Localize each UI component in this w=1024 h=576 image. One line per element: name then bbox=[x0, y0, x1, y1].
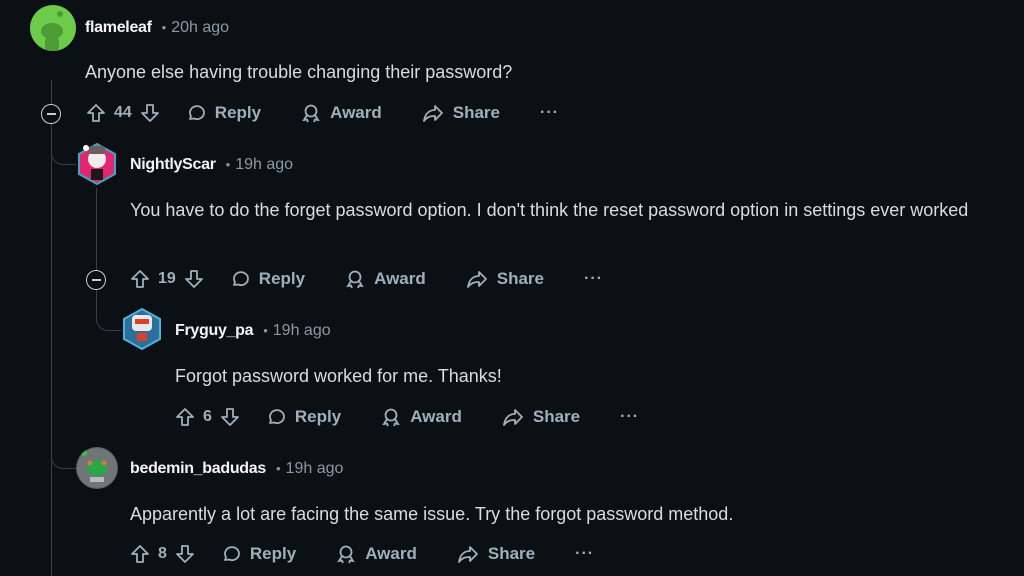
share-icon bbox=[466, 271, 487, 288]
award-button[interactable]: Award bbox=[345, 269, 426, 289]
collapse-button[interactable] bbox=[86, 270, 106, 290]
thread-connector bbox=[51, 430, 76, 469]
timestamp[interactable]: 20h ago bbox=[171, 19, 229, 37]
upvote-icon bbox=[131, 270, 149, 288]
share-icon bbox=[502, 409, 523, 426]
thread-connector bbox=[96, 290, 121, 331]
reply-button[interactable]: Reply bbox=[186, 103, 261, 123]
upvote-icon bbox=[131, 545, 149, 563]
timestamp[interactable]: 19h ago bbox=[235, 156, 293, 174]
comment-body: Forgot password worked for me. Thanks! bbox=[175, 366, 502, 386]
avatar[interactable] bbox=[121, 307, 163, 351]
reply-button[interactable]: Reply bbox=[221, 544, 296, 564]
snoo-avatar-icon bbox=[78, 142, 116, 186]
award-label: Award bbox=[410, 407, 462, 426]
comment-body: Anyone else having trouble changing thei… bbox=[85, 62, 513, 82]
snoo-avatar-icon bbox=[77, 448, 117, 488]
avatar[interactable] bbox=[76, 142, 118, 186]
reply-label: Reply bbox=[249, 544, 297, 563]
more-options-button[interactable]: ··· bbox=[540, 104, 559, 122]
comment-body: You have to do the forget password optio… bbox=[130, 200, 969, 220]
share-label: Share bbox=[487, 544, 536, 563]
reply-label: Reply bbox=[214, 103, 262, 122]
username[interactable]: Fryguy_pa bbox=[175, 322, 254, 340]
share-button[interactable]: Share bbox=[466, 269, 544, 289]
award-label: Award bbox=[374, 269, 426, 288]
more-options-button[interactable]: ··· bbox=[575, 545, 594, 563]
downvote-button[interactable] bbox=[184, 269, 204, 289]
upvote-button[interactable] bbox=[175, 407, 195, 427]
timestamp[interactable]: 19h ago bbox=[286, 460, 344, 478]
snoo-icon bbox=[41, 11, 63, 51]
timestamp[interactable]: 19h ago bbox=[273, 322, 331, 340]
award-icon bbox=[302, 104, 320, 123]
upvote-button[interactable] bbox=[130, 544, 150, 564]
award-label: Award bbox=[365, 544, 417, 563]
downvote-button[interactable] bbox=[175, 544, 195, 564]
award-button[interactable]: Award bbox=[336, 544, 417, 564]
separator: • bbox=[161, 20, 167, 35]
upvote-button[interactable] bbox=[86, 103, 106, 123]
share-label: Share bbox=[452, 103, 500, 122]
share-icon bbox=[457, 546, 478, 563]
vote-count: 19 bbox=[158, 270, 176, 287]
separator: • bbox=[263, 323, 268, 338]
reply-label: Reply bbox=[258, 269, 306, 288]
downvote-button[interactable] bbox=[140, 103, 160, 123]
username[interactable]: flameleaf bbox=[85, 19, 152, 37]
username[interactable]: NightlyScar bbox=[130, 156, 216, 174]
award-icon bbox=[382, 408, 400, 427]
share-icon bbox=[422, 105, 443, 122]
downvote-icon bbox=[184, 270, 203, 288]
more-options-button[interactable]: ··· bbox=[584, 270, 603, 288]
share-button[interactable]: Share bbox=[457, 544, 535, 564]
avatar[interactable] bbox=[76, 447, 118, 489]
reply-icon bbox=[188, 105, 205, 120]
downvote-icon bbox=[176, 545, 194, 563]
downvote-icon bbox=[221, 408, 239, 426]
award-icon bbox=[346, 270, 364, 289]
separator: • bbox=[225, 157, 231, 172]
comment-body: Apparently a lot are facing the same iss… bbox=[130, 504, 734, 524]
downvote-button[interactable] bbox=[220, 407, 240, 427]
award-icon bbox=[337, 545, 355, 564]
award-button[interactable]: Award bbox=[301, 103, 382, 123]
vote-count: 44 bbox=[114, 104, 132, 121]
upvote-icon bbox=[87, 104, 105, 122]
more-options-button[interactable]: ··· bbox=[620, 408, 639, 426]
reply-icon bbox=[232, 271, 249, 286]
vote-count: 6 bbox=[203, 408, 212, 425]
avatar[interactable] bbox=[30, 5, 76, 51]
share-button[interactable]: Share bbox=[422, 103, 500, 123]
vote-count: 8 bbox=[158, 545, 167, 562]
reply-icon bbox=[268, 409, 285, 424]
award-button[interactable]: Award bbox=[381, 407, 462, 427]
thread-line-level2[interactable] bbox=[96, 188, 97, 270]
username[interactable]: bedemin_badudas bbox=[130, 460, 266, 478]
upvote-button[interactable] bbox=[130, 269, 150, 289]
share-label: Share bbox=[532, 407, 581, 426]
thread-connector bbox=[51, 130, 76, 165]
collapse-button[interactable] bbox=[41, 104, 61, 124]
reply-button[interactable]: Reply bbox=[230, 269, 305, 289]
separator: • bbox=[275, 461, 281, 476]
award-label: Award bbox=[330, 103, 382, 122]
downvote-icon bbox=[140, 104, 159, 122]
reply-icon bbox=[223, 546, 240, 561]
share-button[interactable]: Share bbox=[502, 407, 580, 427]
share-label: Share bbox=[496, 269, 544, 288]
reply-label: Reply bbox=[294, 407, 342, 426]
robot-avatar-icon bbox=[123, 307, 161, 351]
upvote-icon bbox=[176, 408, 194, 426]
reply-button[interactable]: Reply bbox=[266, 407, 341, 427]
